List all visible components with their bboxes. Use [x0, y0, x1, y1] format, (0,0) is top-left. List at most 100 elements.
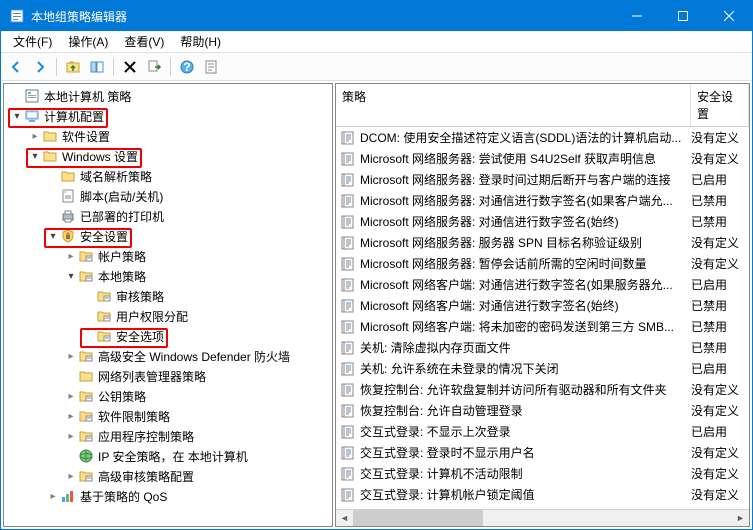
up-button[interactable]: [62, 56, 84, 78]
list-row[interactable]: 交互式登录: 登录时不显示用户名没有定义: [336, 442, 749, 463]
list-row[interactable]: Microsoft 网络服务器: 对通信进行数字签名(始终)已禁用: [336, 211, 749, 232]
list-row[interactable]: 关机: 清除虚拟内存页面文件已禁用: [336, 337, 749, 358]
policy-text: Microsoft 网络客户端: 对通信进行数字签名(始终): [360, 297, 619, 314]
tree-item[interactable]: IP 安全策略，在 本地计算机: [4, 446, 332, 466]
scroll-track[interactable]: [353, 510, 732, 527]
expand-icon[interactable]: [28, 129, 42, 143]
expand-icon[interactable]: [10, 109, 24, 123]
maximize-button[interactable]: [660, 1, 706, 31]
export-button[interactable]: [143, 56, 165, 78]
folder-icon: [42, 148, 58, 164]
expand-icon[interactable]: [46, 229, 60, 243]
expand-icon[interactable]: [28, 149, 42, 163]
policy-icon: [340, 193, 356, 209]
list-row[interactable]: Microsoft 网络客户端: 对通信进行数字签名(如果服务器允...已启用: [336, 274, 749, 295]
policy-text: 交互式登录: 计算机不活动限制: [360, 465, 523, 482]
expand-icon[interactable]: [64, 389, 78, 403]
menu-view[interactable]: 查看(V): [116, 31, 172, 52]
expand-icon[interactable]: [64, 249, 78, 263]
scroll-thumb[interactable]: [353, 510, 483, 527]
qos-icon: [60, 488, 76, 504]
column-setting[interactable]: 安全设置: [691, 84, 749, 126]
tree-item[interactable]: 本地策略: [4, 266, 332, 286]
list-body[interactable]: DCOM: 使用安全描述符定义语言(SDDL)语法的计算机启动...没有定义Mi…: [336, 127, 749, 509]
tree-item[interactable]: 计算机配置: [4, 106, 332, 126]
policy-icon: [340, 151, 356, 167]
tree-item[interactable]: 审核策略: [4, 286, 332, 306]
policy-text: Microsoft 网络服务器: 对通信进行数字签名(始终): [360, 213, 619, 230]
tree-item[interactable]: 本地计算机 策略: [4, 86, 332, 106]
list-row[interactable]: DCOM: 使用安全描述符定义语言(SDDL)语法的计算机启动...没有定义: [336, 127, 749, 148]
tree-item[interactable]: 应用程序控制策略: [4, 426, 332, 446]
scroll-right-arrow[interactable]: ►: [732, 510, 749, 527]
toolbar-separator: [56, 58, 57, 76]
menu-help[interactable]: 帮助(H): [172, 31, 229, 52]
tree-item-label: Windows 设置: [62, 148, 138, 165]
setting-cell: 已启用: [691, 276, 745, 293]
folder-icon: [60, 168, 76, 184]
tree-item[interactable]: 域名解析策略: [4, 166, 332, 186]
list-row[interactable]: 恢复控制台: 允许软盘复制并访问所有驱动器和所有文件夹没有定义: [336, 379, 749, 400]
properties-button[interactable]: [200, 56, 222, 78]
minimize-button[interactable]: [614, 1, 660, 31]
back-button[interactable]: [5, 56, 27, 78]
forward-button[interactable]: [29, 56, 51, 78]
expand-icon[interactable]: [64, 429, 78, 443]
list-row[interactable]: 恢复控制台: 允许自动管理登录没有定义: [336, 400, 749, 421]
tree-item[interactable]: 脚本(启动/关机): [4, 186, 332, 206]
policy-text: 交互式登录: 计算机帐户锁定阈值: [360, 486, 535, 503]
column-policy[interactable]: 策略: [336, 84, 691, 126]
help-button[interactable]: ?: [176, 56, 198, 78]
list-row[interactable]: Microsoft 网络服务器: 服务器 SPN 目标名称验证级别没有定义: [336, 232, 749, 253]
tree-item[interactable]: 用户权限分配: [4, 306, 332, 326]
tree-item-label: 高级安全 Windows Defender 防火墙: [98, 348, 290, 365]
list-panel: 策略 安全设置 DCOM: 使用安全描述符定义语言(SDDL)语法的计算机启动.…: [335, 83, 750, 527]
close-button[interactable]: [706, 1, 752, 31]
expand-icon[interactable]: [64, 349, 78, 363]
tree-item[interactable]: 软件限制策略: [4, 406, 332, 426]
list-row[interactable]: Microsoft 网络客户端: 对通信进行数字签名(始终)已禁用: [336, 295, 749, 316]
list-row[interactable]: Microsoft 网络服务器: 登录时间过期后断开与客户端的连接已启用: [336, 169, 749, 190]
list-row[interactable]: Microsoft 网络客户端: 将未加密的密码发送到第三方 SMB...已禁用: [336, 316, 749, 337]
tree-item[interactable]: 安全选项: [4, 326, 332, 346]
tree-item[interactable]: 软件设置: [4, 126, 332, 146]
horizontal-scrollbar[interactable]: ◄ ►: [336, 509, 749, 526]
policy-icon: [340, 403, 356, 419]
tree-item[interactable]: 公钥策略: [4, 386, 332, 406]
show-hide-tree-button[interactable]: [86, 56, 108, 78]
list-row[interactable]: Microsoft 网络服务器: 对通信进行数字签名(如果客户端允...已禁用: [336, 190, 749, 211]
expand-icon[interactable]: [46, 489, 60, 503]
setting-cell: 已禁用: [691, 339, 745, 356]
list-row[interactable]: 交互式登录: 计算机不活动限制没有定义: [336, 463, 749, 484]
tree-item[interactable]: 安全设置: [4, 226, 332, 246]
delete-button[interactable]: [119, 56, 141, 78]
expand-icon[interactable]: [64, 269, 78, 283]
list-row[interactable]: 交互式登录: 计算机帐户锁定阈值没有定义: [336, 484, 749, 505]
tree-item[interactable]: Windows 设置: [4, 146, 332, 166]
tree-item[interactable]: 高级审核策略配置: [4, 466, 332, 486]
list-row[interactable]: Microsoft 网络服务器: 尝试使用 S4U2Self 获取声明信息没有定…: [336, 148, 749, 169]
list-row[interactable]: 关机: 允许系统在未登录的情况下关闭已启用: [336, 358, 749, 379]
menu-file[interactable]: 文件(F): [5, 31, 60, 52]
tree-item[interactable]: 高级安全 Windows Defender 防火墙: [4, 346, 332, 366]
setting-cell: 没有定义: [691, 381, 745, 398]
tree-item[interactable]: 已部署的打印机: [4, 206, 332, 226]
menu-action[interactable]: 操作(A): [60, 31, 116, 52]
tree-item-label: 审核策略: [116, 288, 164, 305]
folder-b-icon: [78, 248, 94, 264]
expand-icon[interactable]: [64, 409, 78, 423]
policy-cell: Microsoft 网络服务器: 暂停会话前所需的空闲时间数量: [340, 255, 691, 272]
policy-icon: [340, 130, 356, 146]
tree-item[interactable]: 帐户策略: [4, 246, 332, 266]
list-row[interactable]: 交互式登录: 不显示上次登录已启用: [336, 421, 749, 442]
tree-item-label: 安全选项: [116, 328, 164, 345]
policy-icon: [340, 466, 356, 482]
tree-item[interactable]: 基于策略的 QoS: [4, 486, 332, 506]
tree-item[interactable]: 网络列表管理器策略: [4, 366, 332, 386]
list-row[interactable]: Microsoft 网络服务器: 暂停会话前所需的空闲时间数量没有定义: [336, 253, 749, 274]
tree-item-label: 计算机配置: [44, 108, 104, 125]
expand-icon[interactable]: [64, 469, 78, 483]
tree-panel[interactable]: 本地计算机 策略计算机配置软件设置 Windows 设置域名解析策略脚本(启动/关…: [3, 83, 333, 527]
scroll-left-arrow[interactable]: ◄: [336, 510, 353, 527]
tree-item-label: 已部署的打印机: [80, 208, 164, 225]
